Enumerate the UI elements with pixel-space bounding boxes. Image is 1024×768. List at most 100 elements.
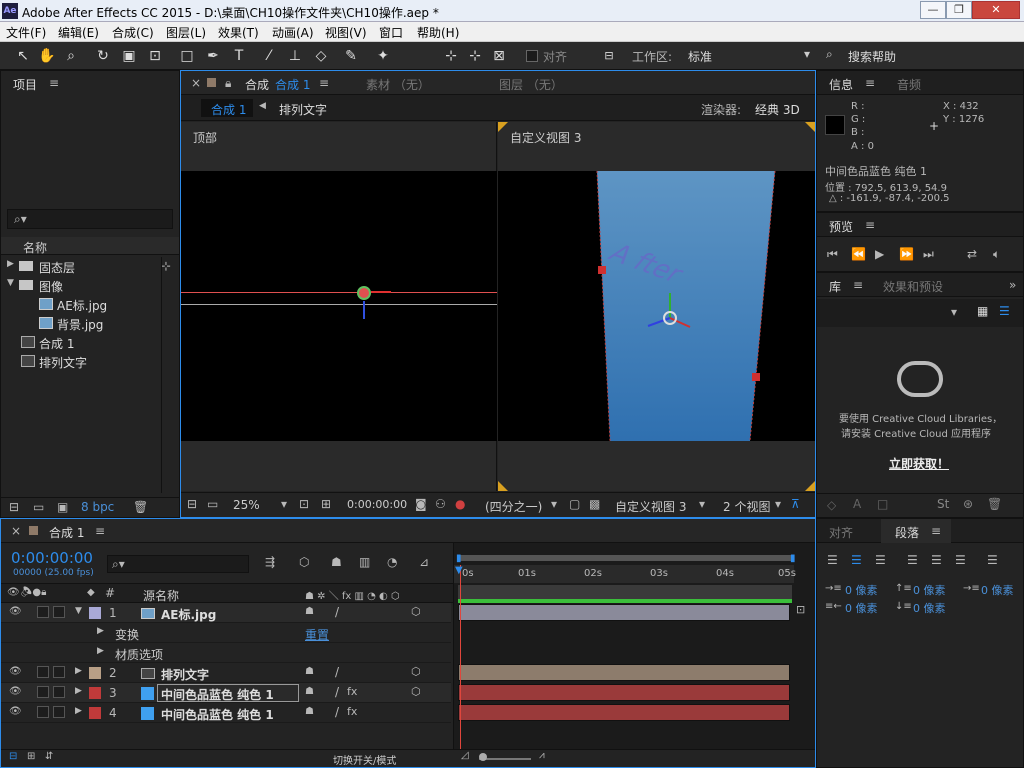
- lock-switch[interactable]: [53, 686, 65, 698]
- zoom-select[interactable]: 25%: [233, 498, 260, 512]
- zoom-slider-handle[interactable]: [479, 753, 487, 761]
- panel-menu-icon[interactable]: ≡: [865, 76, 875, 90]
- panel-menu-icon[interactable]: ≡: [853, 278, 863, 292]
- tab-effects-presets[interactable]: 效果和预设: [883, 278, 943, 295]
- transfer-controls-icon[interactable]: ⊞: [27, 751, 35, 762]
- eraser-tool-icon[interactable]: ◇: [312, 47, 330, 65]
- sync-icon[interactable]: ⊛: [963, 497, 973, 511]
- always-preview-icon[interactable]: ⊟: [187, 497, 197, 511]
- layer-name[interactable]: AE标.jpg: [161, 606, 216, 623]
- project-search-input[interactable]: ⌕▾: [7, 209, 173, 229]
- lock-switch[interactable]: [53, 666, 65, 678]
- layer-row[interactable]: 👁︎ ▶ 2 排列文字 ☗ / ⬡: [1, 663, 451, 683]
- local-axis-icon[interactable]: ⊹: [442, 47, 460, 65]
- visibility-eye-icon[interactable]: 👁︎: [9, 666, 22, 677]
- panel-menu-icon[interactable]: ≡: [319, 76, 329, 90]
- label-color-swatch[interactable]: [89, 667, 101, 679]
- resolution-select[interactable]: (四分之一): [485, 498, 542, 515]
- lock-switch[interactable]: [53, 606, 65, 618]
- tab-comp-prefix[interactable]: 合成: [245, 76, 269, 93]
- more-panels-icon[interactable]: »: [1009, 278, 1016, 292]
- playhead-line[interactable]: [460, 565, 461, 749]
- audio-icon[interactable]: 🔈︎: [993, 247, 1000, 262]
- panel-menu-icon[interactable]: ≡: [49, 76, 59, 90]
- add-text-style-icon[interactable]: A: [853, 497, 861, 511]
- first-frame-icon[interactable]: ⏮: [827, 247, 838, 262]
- align-left-icon[interactable]: ☰: [827, 553, 838, 567]
- close-tab-icon[interactable]: ×: [11, 524, 21, 538]
- viewer-timecode[interactable]: 0:00:00:00: [347, 498, 407, 511]
- grid-view-icon[interactable]: ▦: [977, 304, 988, 318]
- quality-switch-icon[interactable]: /: [335, 665, 339, 679]
- camera-tool-icon[interactable]: ▣: [120, 47, 138, 65]
- viewport-canvas[interactable]: [181, 171, 497, 441]
- tab-audio[interactable]: 音频: [897, 76, 921, 93]
- viewport-canvas[interactable]: A fter: [498, 171, 815, 441]
- menu-layer[interactable]: 图层(L): [166, 24, 206, 41]
- breadcrumb-next[interactable]: 排列文字: [279, 101, 327, 118]
- label-color-swatch[interactable]: [89, 607, 101, 619]
- justify-all-icon[interactable]: ☰: [987, 553, 998, 567]
- tab-composition[interactable]: 合成 1: [275, 76, 310, 93]
- effects-switch-icon[interactable]: fx: [347, 705, 357, 718]
- current-timecode[interactable]: 0:00:00:00: [11, 549, 93, 567]
- roto-brush-tool-icon[interactable]: ✎: [342, 47, 360, 65]
- views-layout-select[interactable]: 2 个视图: [723, 498, 770, 515]
- 3d-layer-icon[interactable]: ⬡: [411, 605, 421, 618]
- expand-arrow-icon[interactable]: ▶: [75, 686, 82, 696]
- menu-window[interactable]: 窗口: [379, 24, 403, 41]
- close-tab-icon[interactable]: ×: [191, 76, 201, 90]
- shy-layers-icon[interactable]: ☗: [331, 555, 342, 569]
- motion-blur-icon[interactable]: ◔: [387, 555, 397, 569]
- expand-arrow-icon[interactable]: ▶: [75, 706, 82, 716]
- channel-icon[interactable]: ●: [455, 497, 465, 511]
- pen-tool-icon[interactable]: ✒: [204, 47, 222, 65]
- property-row[interactable]: ▶ 材质选项: [1, 643, 451, 663]
- align-center-icon[interactable]: ☰: [851, 553, 862, 567]
- loop-icon[interactable]: ⇄: [967, 247, 977, 261]
- maximize-button[interactable]: ❐: [946, 1, 972, 19]
- solo-switch[interactable]: [37, 606, 49, 618]
- panel-menu-icon[interactable]: ≡: [931, 524, 941, 538]
- layer-row[interactable]: 👁︎ ▶ 3 中间色品蓝色 纯色 1 ☗ / fx ⬡: [1, 683, 451, 703]
- last-frame-icon[interactable]: ⏭: [923, 247, 934, 262]
- solo-switch[interactable]: [37, 706, 49, 718]
- bpc-button[interactable]: 8 bpc: [81, 500, 114, 514]
- justify-right-icon[interactable]: ☰: [955, 553, 966, 567]
- layer-name[interactable]: 中间色品蓝色 纯色 1: [161, 706, 274, 723]
- collapse-arrow-icon[interactable]: ▼: [75, 606, 82, 616]
- menu-edit[interactable]: 编辑(E): [58, 24, 99, 41]
- menu-view[interactable]: 视图(V): [325, 24, 367, 41]
- layer-name[interactable]: 中间色品蓝色 纯色 1: [161, 686, 274, 703]
- solid-layer-plane[interactable]: [498, 171, 815, 441]
- selection-tool-icon[interactable]: ↖: [14, 47, 32, 65]
- visibility-eye-icon[interactable]: 👁︎: [9, 686, 22, 697]
- interpret-footage-icon[interactable]: ⊟: [9, 500, 19, 514]
- frame-blending-icon[interactable]: ▥: [359, 555, 370, 569]
- layer-duration-bar[interactable]: [458, 664, 790, 681]
- time-graph[interactable]: ▮ ▮ 0s 01s 02s 03s 04s 05s ▼ ⊡: [453, 543, 815, 749]
- project-item[interactable]: ▼ 图像: [1, 276, 179, 295]
- draft-3d-icon[interactable]: ⬡: [299, 555, 309, 569]
- layer-switches-toggle-icon[interactable]: ⊟: [9, 751, 17, 762]
- brush-tool-icon[interactable]: ⁄: [260, 47, 278, 65]
- zoom-tool-icon[interactable]: ⌕: [62, 47, 80, 65]
- time-ruler[interactable]: 0s 01s 02s 03s 04s 05s: [454, 565, 796, 583]
- workspace-select[interactable]: 标准: [688, 48, 712, 65]
- trash-icon[interactable]: 🗑: [987, 497, 1002, 511]
- visibility-eye-icon[interactable]: 👁︎: [9, 606, 22, 617]
- project-item[interactable]: 背景.jpg: [1, 314, 179, 333]
- menu-file[interactable]: 文件(F): [6, 24, 46, 41]
- justify-center-icon[interactable]: ☰: [931, 553, 942, 567]
- world-axis-icon[interactable]: ⊹: [466, 47, 484, 65]
- viewport-top[interactable]: 顶部: [181, 122, 497, 491]
- quality-switch-icon[interactable]: /: [335, 605, 339, 619]
- text-tool-icon[interactable]: T: [230, 47, 248, 65]
- minimize-button[interactable]: —: [920, 1, 946, 19]
- layer-row[interactable]: 👁︎ ▼ 1 AE标.jpg ☗ / ⬡: [1, 603, 451, 623]
- layer-duration-bar[interactable]: [458, 704, 790, 721]
- visibility-eye-icon[interactable]: 👁︎: [9, 706, 22, 717]
- expand-arrow-icon[interactable]: ▶: [7, 259, 14, 269]
- close-button[interactable]: ✕: [972, 1, 1020, 19]
- region-icon[interactable]: ⊞: [321, 497, 331, 511]
